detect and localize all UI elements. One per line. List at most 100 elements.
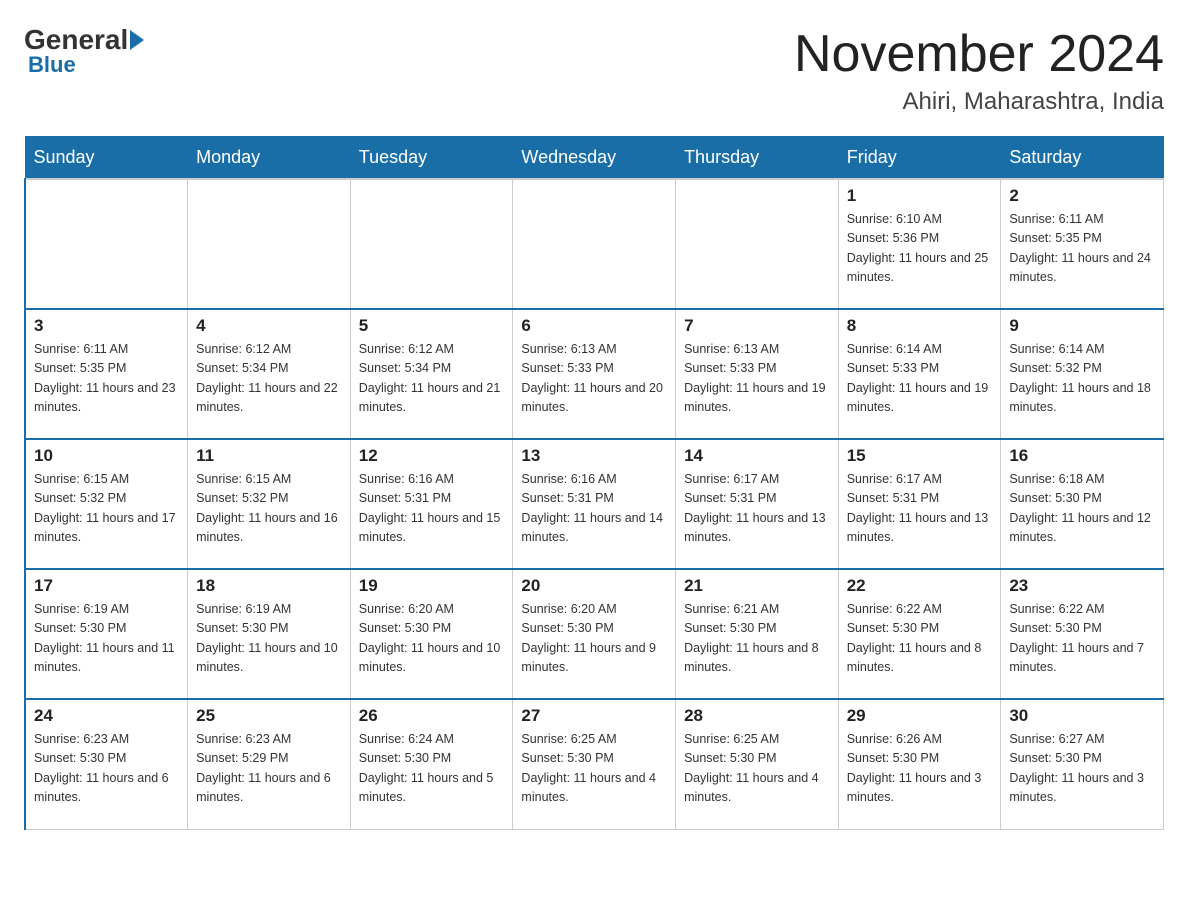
day-info: Sunrise: 6:25 AMSunset: 5:30 PMDaylight:… [684,730,830,808]
table-row: 23 Sunrise: 6:22 AMSunset: 5:30 PMDayligh… [1001,569,1164,699]
table-row: 6 Sunrise: 6:13 AMSunset: 5:33 PMDaylight… [513,309,676,439]
day-info: Sunrise: 6:22 AMSunset: 5:30 PMDaylight:… [847,600,993,678]
table-row: 30 Sunrise: 6:27 AMSunset: 5:30 PMDayligh… [1001,699,1164,829]
day-info: Sunrise: 6:11 AMSunset: 5:35 PMDaylight:… [34,340,179,418]
day-number: 20 [521,576,667,596]
day-info: Sunrise: 6:12 AMSunset: 5:34 PMDaylight:… [359,340,505,418]
day-info: Sunrise: 6:17 AMSunset: 5:31 PMDaylight:… [684,470,830,548]
day-number: 6 [521,316,667,336]
day-number: 30 [1009,706,1155,726]
day-number: 28 [684,706,830,726]
day-info: Sunrise: 6:22 AMSunset: 5:30 PMDaylight:… [1009,600,1155,678]
page-header: General Blue November 2024 Ahiri, Mahara… [24,24,1164,116]
table-row [513,179,676,309]
calendar-week-row: 10 Sunrise: 6:15 AMSunset: 5:32 PMDayligh… [25,439,1164,569]
day-number: 7 [684,316,830,336]
table-row: 3 Sunrise: 6:11 AMSunset: 5:35 PMDaylight… [25,309,188,439]
table-row: 27 Sunrise: 6:25 AMSunset: 5:30 PMDayligh… [513,699,676,829]
table-row: 24 Sunrise: 6:23 AMSunset: 5:30 PMDayligh… [25,699,188,829]
day-number: 25 [196,706,342,726]
location-title: Ahiri, Maharashtra, India [794,88,1164,116]
day-info: Sunrise: 6:13 AMSunset: 5:33 PMDaylight:… [521,340,667,418]
col-saturday: Saturday [1001,137,1164,180]
day-info: Sunrise: 6:25 AMSunset: 5:30 PMDaylight:… [521,730,667,808]
day-info: Sunrise: 6:16 AMSunset: 5:31 PMDaylight:… [521,470,667,548]
logo-blue-text: Blue [28,52,76,78]
calendar-table: Sunday Monday Tuesday Wednesday Thursday… [24,136,1164,830]
table-row: 8Sunrise: 6:14 AMSunset: 5:33 PMDaylight… [838,309,1001,439]
table-row: 10 Sunrise: 6:15 AMSunset: 5:32 PMDayligh… [25,439,188,569]
day-number: 4 [196,316,342,336]
table-row [188,179,351,309]
day-number: 22 [847,576,993,596]
table-row: 22 Sunrise: 6:22 AMSunset: 5:30 PMDayligh… [838,569,1001,699]
day-info: Sunrise: 6:17 AMSunset: 5:31 PMDaylight:… [847,470,993,548]
month-title: November 2024 [794,24,1164,84]
day-info: Sunrise: 6:21 AMSunset: 5:30 PMDaylight:… [684,600,830,678]
day-number: 2 [1009,186,1155,206]
calendar-week-row: 17 Sunrise: 6:19 AMSunset: 5:30 PMDayligh… [25,569,1164,699]
day-number: 1 [847,186,993,206]
col-monday: Monday [188,137,351,180]
day-number: 12 [359,446,505,466]
table-row: 19 Sunrise: 6:20 AMSunset: 5:30 PMDayligh… [350,569,513,699]
day-info: Sunrise: 6:23 AMSunset: 5:30 PMDaylight:… [34,730,179,808]
day-info: Sunrise: 6:14 AMSunset: 5:32 PMDaylight:… [1009,340,1155,418]
day-info: Sunrise: 6:26 AMSunset: 5:30 PMDaylight:… [847,730,993,808]
day-number: 24 [34,706,179,726]
day-info: Sunrise: 6:18 AMSunset: 5:30 PMDaylight:… [1009,470,1155,548]
day-info: Sunrise: 6:15 AMSunset: 5:32 PMDaylight:… [196,470,342,548]
table-row: 1Sunrise: 6:10 AMSunset: 5:36 PMDaylight… [838,179,1001,309]
day-number: 17 [34,576,179,596]
table-row: 9 Sunrise: 6:14 AMSunset: 5:32 PMDaylight… [1001,309,1164,439]
day-number: 26 [359,706,505,726]
day-info: Sunrise: 6:19 AMSunset: 5:30 PMDaylight:… [196,600,342,678]
table-row: 20Sunrise: 6:20 AMSunset: 5:30 PMDayligh… [513,569,676,699]
table-row: 11 Sunrise: 6:15 AMSunset: 5:32 PMDayligh… [188,439,351,569]
day-info: Sunrise: 6:15 AMSunset: 5:32 PMDaylight:… [34,470,179,548]
day-number: 14 [684,446,830,466]
title-area: November 2024 Ahiri, Maharashtra, India [794,24,1164,116]
table-row: 29 Sunrise: 6:26 AMSunset: 5:30 PMDayligh… [838,699,1001,829]
table-row: 25 Sunrise: 6:23 AMSunset: 5:29 PMDayligh… [188,699,351,829]
day-number: 9 [1009,316,1155,336]
day-number: 10 [34,446,179,466]
day-number: 23 [1009,576,1155,596]
day-number: 11 [196,446,342,466]
col-friday: Friday [838,137,1001,180]
day-info: Sunrise: 6:23 AMSunset: 5:29 PMDaylight:… [196,730,342,808]
table-row: 21 Sunrise: 6:21 AMSunset: 5:30 PMDayligh… [676,569,839,699]
calendar-week-row: 3 Sunrise: 6:11 AMSunset: 5:35 PMDaylight… [25,309,1164,439]
day-number: 15 [847,446,993,466]
table-row: 13 Sunrise: 6:16 AMSunset: 5:31 PMDayligh… [513,439,676,569]
day-info: Sunrise: 6:12 AMSunset: 5:34 PMDaylight:… [196,340,342,418]
day-number: 16 [1009,446,1155,466]
day-info: Sunrise: 6:27 AMSunset: 5:30 PMDaylight:… [1009,730,1155,808]
table-row: 17Sunrise: 6:19 AMSunset: 5:30 PMDayligh… [25,569,188,699]
table-row: 5 Sunrise: 6:12 AMSunset: 5:34 PMDaylight… [350,309,513,439]
day-number: 5 [359,316,505,336]
col-wednesday: Wednesday [513,137,676,180]
calendar-week-row: 24 Sunrise: 6:23 AMSunset: 5:30 PMDayligh… [25,699,1164,829]
table-row [25,179,188,309]
day-number: 21 [684,576,830,596]
table-row: 28 Sunrise: 6:25 AMSunset: 5:30 PMDayligh… [676,699,839,829]
table-row: 26Sunrise: 6:24 AMSunset: 5:30 PMDayligh… [350,699,513,829]
table-row [350,179,513,309]
day-number: 3 [34,316,179,336]
day-info: Sunrise: 6:13 AMSunset: 5:33 PMDaylight:… [684,340,830,418]
logo: General Blue [24,24,146,78]
day-number: 29 [847,706,993,726]
table-row: 12Sunrise: 6:16 AMSunset: 5:31 PMDayligh… [350,439,513,569]
logo-arrow-icon [130,30,144,50]
col-tuesday: Tuesday [350,137,513,180]
table-row: 2Sunrise: 6:11 AMSunset: 5:35 PMDaylight… [1001,179,1164,309]
table-row [676,179,839,309]
calendar-week-row: 1Sunrise: 6:10 AMSunset: 5:36 PMDaylight… [25,179,1164,309]
table-row: 14 Sunrise: 6:17 AMSunset: 5:31 PMDayligh… [676,439,839,569]
day-number: 19 [359,576,505,596]
table-row: 15 Sunrise: 6:17 AMSunset: 5:31 PMDayligh… [838,439,1001,569]
day-number: 13 [521,446,667,466]
day-number: 27 [521,706,667,726]
day-info: Sunrise: 6:20 AMSunset: 5:30 PMDaylight:… [359,600,505,678]
